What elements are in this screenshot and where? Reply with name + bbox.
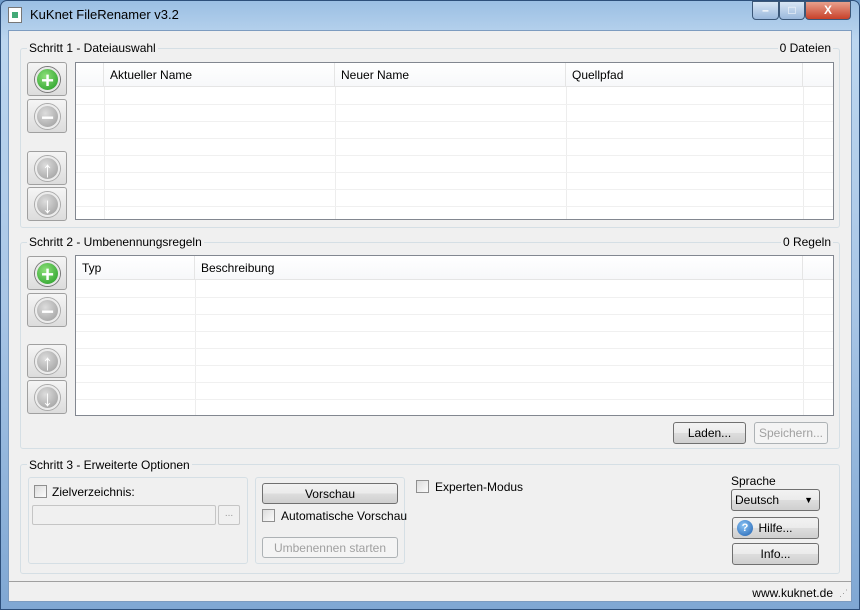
auto-preview-label: Automatische Vorschau: [281, 509, 408, 523]
expert-mode-checkbox[interactable]: [416, 480, 429, 493]
arrow-down-icon: ↓: [35, 385, 60, 411]
window-title: KuKnet FileRenamer v3.2: [30, 7, 179, 22]
move-rule-up-button[interactable]: ↑: [27, 344, 67, 378]
target-dir-label: Zielverzeichnis:: [52, 485, 135, 499]
arrow-up-icon: ↑: [35, 156, 60, 182]
auto-preview-checkbox[interactable]: [262, 509, 275, 522]
dropdown-arrow-icon: ▼: [804, 495, 813, 505]
close-button[interactable]: X: [805, 1, 851, 20]
file-table[interactable]: Aktueller Name Neuer Name Quellpfad: [75, 62, 834, 220]
step3-title: Schritt 3 - Erweiterte Optionen: [27, 458, 192, 472]
minus-icon: −: [35, 298, 60, 324]
arrow-down-icon: ↓: [35, 192, 60, 218]
target-dir-input[interactable]: [32, 505, 216, 525]
maximize-button[interactable]: □: [779, 1, 805, 20]
arrow-up-icon: ↑: [35, 349, 60, 375]
row-header: [76, 63, 104, 87]
step2-title: Schritt 2 - Umbenennungsregeln: [27, 235, 204, 249]
expert-mode-label: Experten-Modus: [435, 480, 524, 494]
help-button[interactable]: ? Hilfe...: [732, 517, 819, 539]
file-count: 0 Dateien: [777, 41, 833, 55]
remove-file-button[interactable]: −: [27, 99, 67, 133]
add-rule-button[interactable]: +: [27, 256, 67, 290]
help-icon: ?: [737, 520, 753, 536]
preview-button[interactable]: Vorschau: [262, 483, 398, 504]
column-filler: [803, 63, 833, 87]
plus-icon: +: [35, 67, 60, 93]
rule-table[interactable]: Typ Beschreibung: [75, 255, 834, 416]
column-description[interactable]: Beschreibung: [195, 256, 803, 280]
help-label: Hilfe...: [758, 521, 793, 535]
save-button[interactable]: Speichern...: [754, 422, 828, 444]
move-rule-down-button[interactable]: ↓: [27, 380, 67, 414]
app-icon: [8, 7, 22, 23]
start-rename-button[interactable]: Umbenennen starten: [262, 537, 398, 558]
column-type[interactable]: Typ: [76, 256, 195, 280]
target-dir-checkbox[interactable]: [34, 485, 47, 498]
rule-count: 0 Regeln: [780, 235, 833, 249]
minimize-button[interactable]: –: [752, 1, 779, 20]
step1-title: Schritt 1 - Dateiauswahl: [27, 41, 158, 55]
language-label: Sprache: [731, 474, 776, 488]
browse-button[interactable]: ...: [218, 505, 240, 525]
column-current-name[interactable]: Aktueller Name: [104, 63, 335, 87]
status-divider: [9, 581, 851, 582]
add-file-button[interactable]: +: [27, 62, 67, 96]
language-value: Deutsch: [735, 493, 780, 507]
move-file-down-button[interactable]: ↓: [27, 187, 67, 221]
remove-rule-button[interactable]: −: [27, 293, 67, 327]
resize-grip-icon[interactable]: ⋰: [839, 588, 848, 599]
plus-icon: +: [35, 261, 60, 287]
move-file-up-button[interactable]: ↑: [27, 151, 67, 185]
language-select[interactable]: Deutsch ▼: [731, 489, 820, 511]
info-button[interactable]: Info...: [732, 543, 819, 565]
website-link[interactable]: www.kuknet.de: [752, 586, 833, 600]
load-button[interactable]: Laden...: [673, 422, 746, 444]
column-new-name[interactable]: Neuer Name: [335, 63, 566, 87]
minus-icon: −: [35, 104, 60, 130]
column-filler: [803, 256, 833, 280]
column-source-path[interactable]: Quellpfad: [566, 63, 803, 87]
